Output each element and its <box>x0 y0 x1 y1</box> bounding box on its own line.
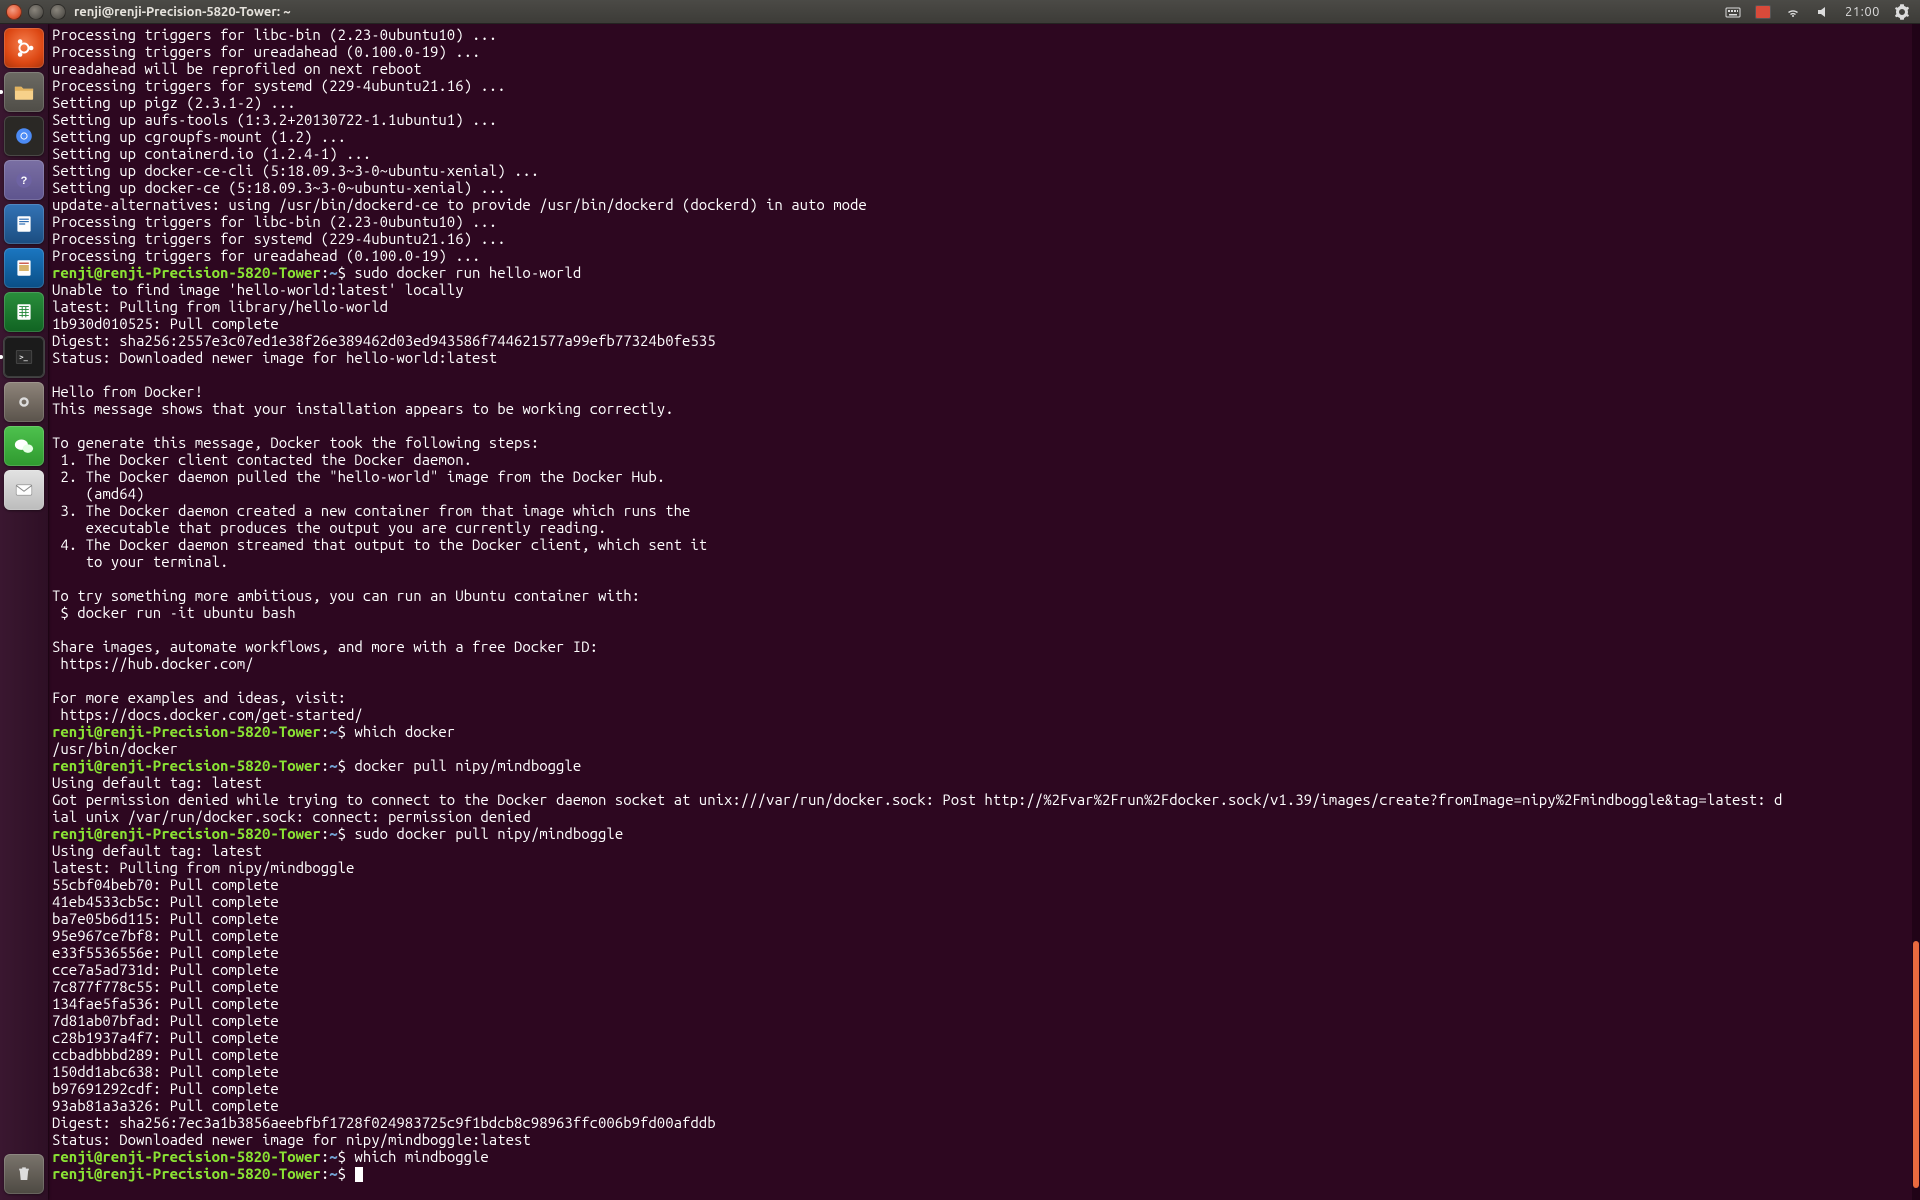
launcher-impress-icon[interactable] <box>4 248 44 288</box>
terminal-output-block: /usr/bin/docker <box>52 740 1910 757</box>
terminal-output-block: Using default tag: latest latest: Pullin… <box>52 842 1910 1148</box>
launcher-help-icon[interactable]: ? <box>4 160 44 200</box>
sound-indicator-icon[interactable] <box>1815 4 1831 20</box>
terminal-prompt-line: renji@renji-Precision-5820-Tower:~$ <box>52 1165 1910 1182</box>
command-text <box>346 1165 354 1182</box>
launcher-dock: ? >_ <box>0 24 48 1200</box>
terminal-prompt-line: renji@renji-Precision-5820-Tower:~$ sudo… <box>52 264 1910 281</box>
launcher-trash-icon[interactable] <box>4 1154 44 1194</box>
launcher-calc-icon[interactable] <box>4 292 44 332</box>
prompt-path: ~ <box>329 264 337 281</box>
terminal-scrollbar[interactable] <box>1912 24 1920 1200</box>
launcher-wechat-icon[interactable] <box>4 426 44 466</box>
screen-indicator-icon[interactable] <box>1755 4 1771 20</box>
launcher-settings-icon[interactable] <box>4 382 44 422</box>
prompt-user: renji@renji-Precision-5820-Tower <box>52 264 321 281</box>
window-close-button[interactable] <box>6 4 22 20</box>
launcher-terminal-icon[interactable]: >_ <box>3 336 45 378</box>
window-controls <box>0 4 74 20</box>
system-menu-icon[interactable] <box>1894 4 1910 20</box>
terminal-viewport[interactable]: Processing triggers for libc-bin (2.23-0… <box>48 24 1912 1200</box>
terminal-prompt-line: renji@renji-Precision-5820-Tower:~$ sudo… <box>52 825 1910 842</box>
launcher-mail-icon[interactable] <box>4 470 44 510</box>
scrollbar-thumb[interactable] <box>1913 941 1919 1188</box>
command-text: sudo docker run hello-world <box>346 264 581 281</box>
system-tray: 21:00 <box>1725 4 1920 20</box>
cursor <box>355 1167 363 1182</box>
command-text: docker pull nipy/mindboggle <box>346 757 581 774</box>
terminal-prompt-line: renji@renji-Precision-5820-Tower:~$ whic… <box>52 723 1910 740</box>
terminal-output-block: Using default tag: latest Got permission… <box>52 774 1910 825</box>
svg-text:?: ? <box>21 175 28 187</box>
launcher-writer-icon[interactable] <box>4 204 44 244</box>
window-minimize-button[interactable] <box>28 4 44 20</box>
terminal-output-block: Unable to find image 'hello-world:latest… <box>52 281 1910 723</box>
launcher-files-icon[interactable] <box>4 72 44 112</box>
network-indicator-icon[interactable] <box>1785 4 1801 20</box>
window-maximize-button[interactable] <box>50 4 66 20</box>
launcher-chromium-icon[interactable] <box>4 116 44 156</box>
command-text: sudo docker pull nipy/mindboggle <box>346 825 623 842</box>
command-text: which docker <box>346 723 455 740</box>
top-menubar: renji@renji-Precision-5820-Tower: ~ 21:0… <box>0 0 1920 24</box>
svg-text:>_: >_ <box>19 352 28 361</box>
launcher-dash-icon[interactable] <box>4 28 44 68</box>
command-text: which mindboggle <box>346 1148 489 1165</box>
terminal-output-block: Processing triggers for libc-bin (2.23-0… <box>52 26 1910 264</box>
window-title: renji@renji-Precision-5820-Tower: ~ <box>74 5 291 19</box>
clock[interactable]: 21:00 <box>1845 5 1880 19</box>
terminal-prompt-line: renji@renji-Precision-5820-Tower:~$ whic… <box>52 1148 1910 1165</box>
keyboard-indicator-icon[interactable] <box>1725 4 1741 20</box>
terminal-window[interactable]: Processing triggers for libc-bin (2.23-0… <box>48 24 1920 1200</box>
terminal-prompt-line: renji@renji-Precision-5820-Tower:~$ dock… <box>52 757 1910 774</box>
